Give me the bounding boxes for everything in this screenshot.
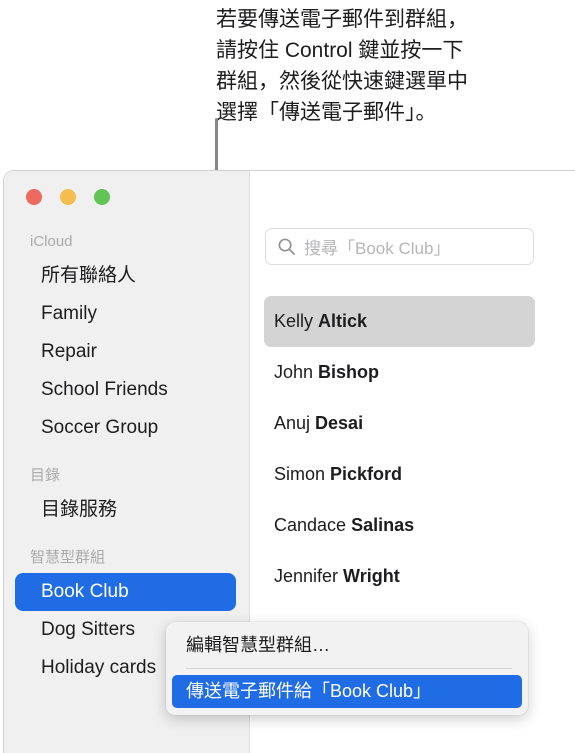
sidebar-item-directory-services[interactable]: 目錄服務 bbox=[15, 491, 236, 529]
contact-last-name: Salinas bbox=[351, 515, 415, 535]
contact-row-jennifer-wright[interactable]: Jennifer Wright bbox=[264, 551, 535, 602]
search-icon bbox=[278, 238, 295, 255]
sidebar-group-list: iCloud 所有聯絡人 Family Repair School Friend… bbox=[4, 227, 249, 687]
callout-instruction-text: 若要傳送電子郵件到群組， 請按住 Control 鍵並按一下 群組，然後從快速鍵… bbox=[216, 8, 468, 124]
menu-separator bbox=[186, 668, 512, 669]
close-button-icon[interactable] bbox=[26, 189, 42, 205]
contact-row-kelly-altick[interactable]: Kelly Altick bbox=[264, 296, 535, 347]
contact-row-anuj-desai[interactable]: Anuj Desai bbox=[264, 398, 535, 449]
contact-row-simon-pickford[interactable]: Simon Pickford bbox=[264, 449, 535, 500]
contact-last-name: Wright bbox=[343, 566, 400, 586]
contact-first-name: Kelly bbox=[274, 311, 319, 331]
sidebar-item-repair[interactable]: Repair bbox=[15, 333, 236, 371]
window-controls bbox=[26, 189, 110, 205]
sidebar-section-header-smart-groups: 智慧型群組 bbox=[30, 549, 106, 566]
search-field[interactable]: 搜尋「Book Club」 bbox=[265, 228, 534, 265]
sidebar-section-header-directory: 目錄 bbox=[30, 467, 61, 484]
sidebar-item-book-club[interactable]: Book Club bbox=[15, 573, 236, 611]
search-input-placeholder[interactable]: 搜尋「Book Club」 bbox=[304, 234, 450, 259]
menu-item-send-email-to-group[interactable]: 傳送電子郵件給「Book Club」 bbox=[172, 675, 522, 708]
contact-last-name: Altick bbox=[318, 311, 368, 331]
menu-item-edit-smart-group[interactable]: 編輯智慧型群組… bbox=[172, 629, 522, 662]
contact-first-name: Candace bbox=[274, 515, 352, 535]
contact-last-name: Pickford bbox=[330, 464, 403, 484]
maximize-button-icon[interactable] bbox=[94, 189, 110, 205]
sidebar-item-family[interactable]: Family bbox=[15, 295, 236, 333]
contact-first-name: Jennifer bbox=[274, 566, 344, 586]
contact-first-name: Simon bbox=[274, 464, 331, 484]
minimize-button-icon[interactable] bbox=[60, 189, 76, 205]
contact-row-john-bishop[interactable]: John Bishop bbox=[264, 347, 535, 398]
contacts-list: Kelly Altick John Bishop Anuj Desai Simo… bbox=[264, 296, 535, 602]
sidebar-item-school-friends[interactable]: School Friends bbox=[15, 371, 236, 409]
contact-first-name: John bbox=[274, 362, 319, 382]
contact-last-name: Desai bbox=[315, 413, 364, 433]
sidebar-section-header-icloud: iCloud bbox=[30, 233, 73, 250]
contact-first-name: Anuj bbox=[274, 413, 316, 433]
sidebar-item-soccer-group[interactable]: Soccer Group bbox=[15, 409, 236, 447]
context-menu: 編輯智慧型群組… 傳送電子郵件給「Book Club」 bbox=[166, 622, 528, 715]
contact-row-candace-salinas[interactable]: Candace Salinas bbox=[264, 500, 535, 551]
sidebar-item-all-contacts[interactable]: 所有聯絡人 bbox=[15, 257, 236, 295]
contact-last-name: Bishop bbox=[318, 362, 380, 382]
